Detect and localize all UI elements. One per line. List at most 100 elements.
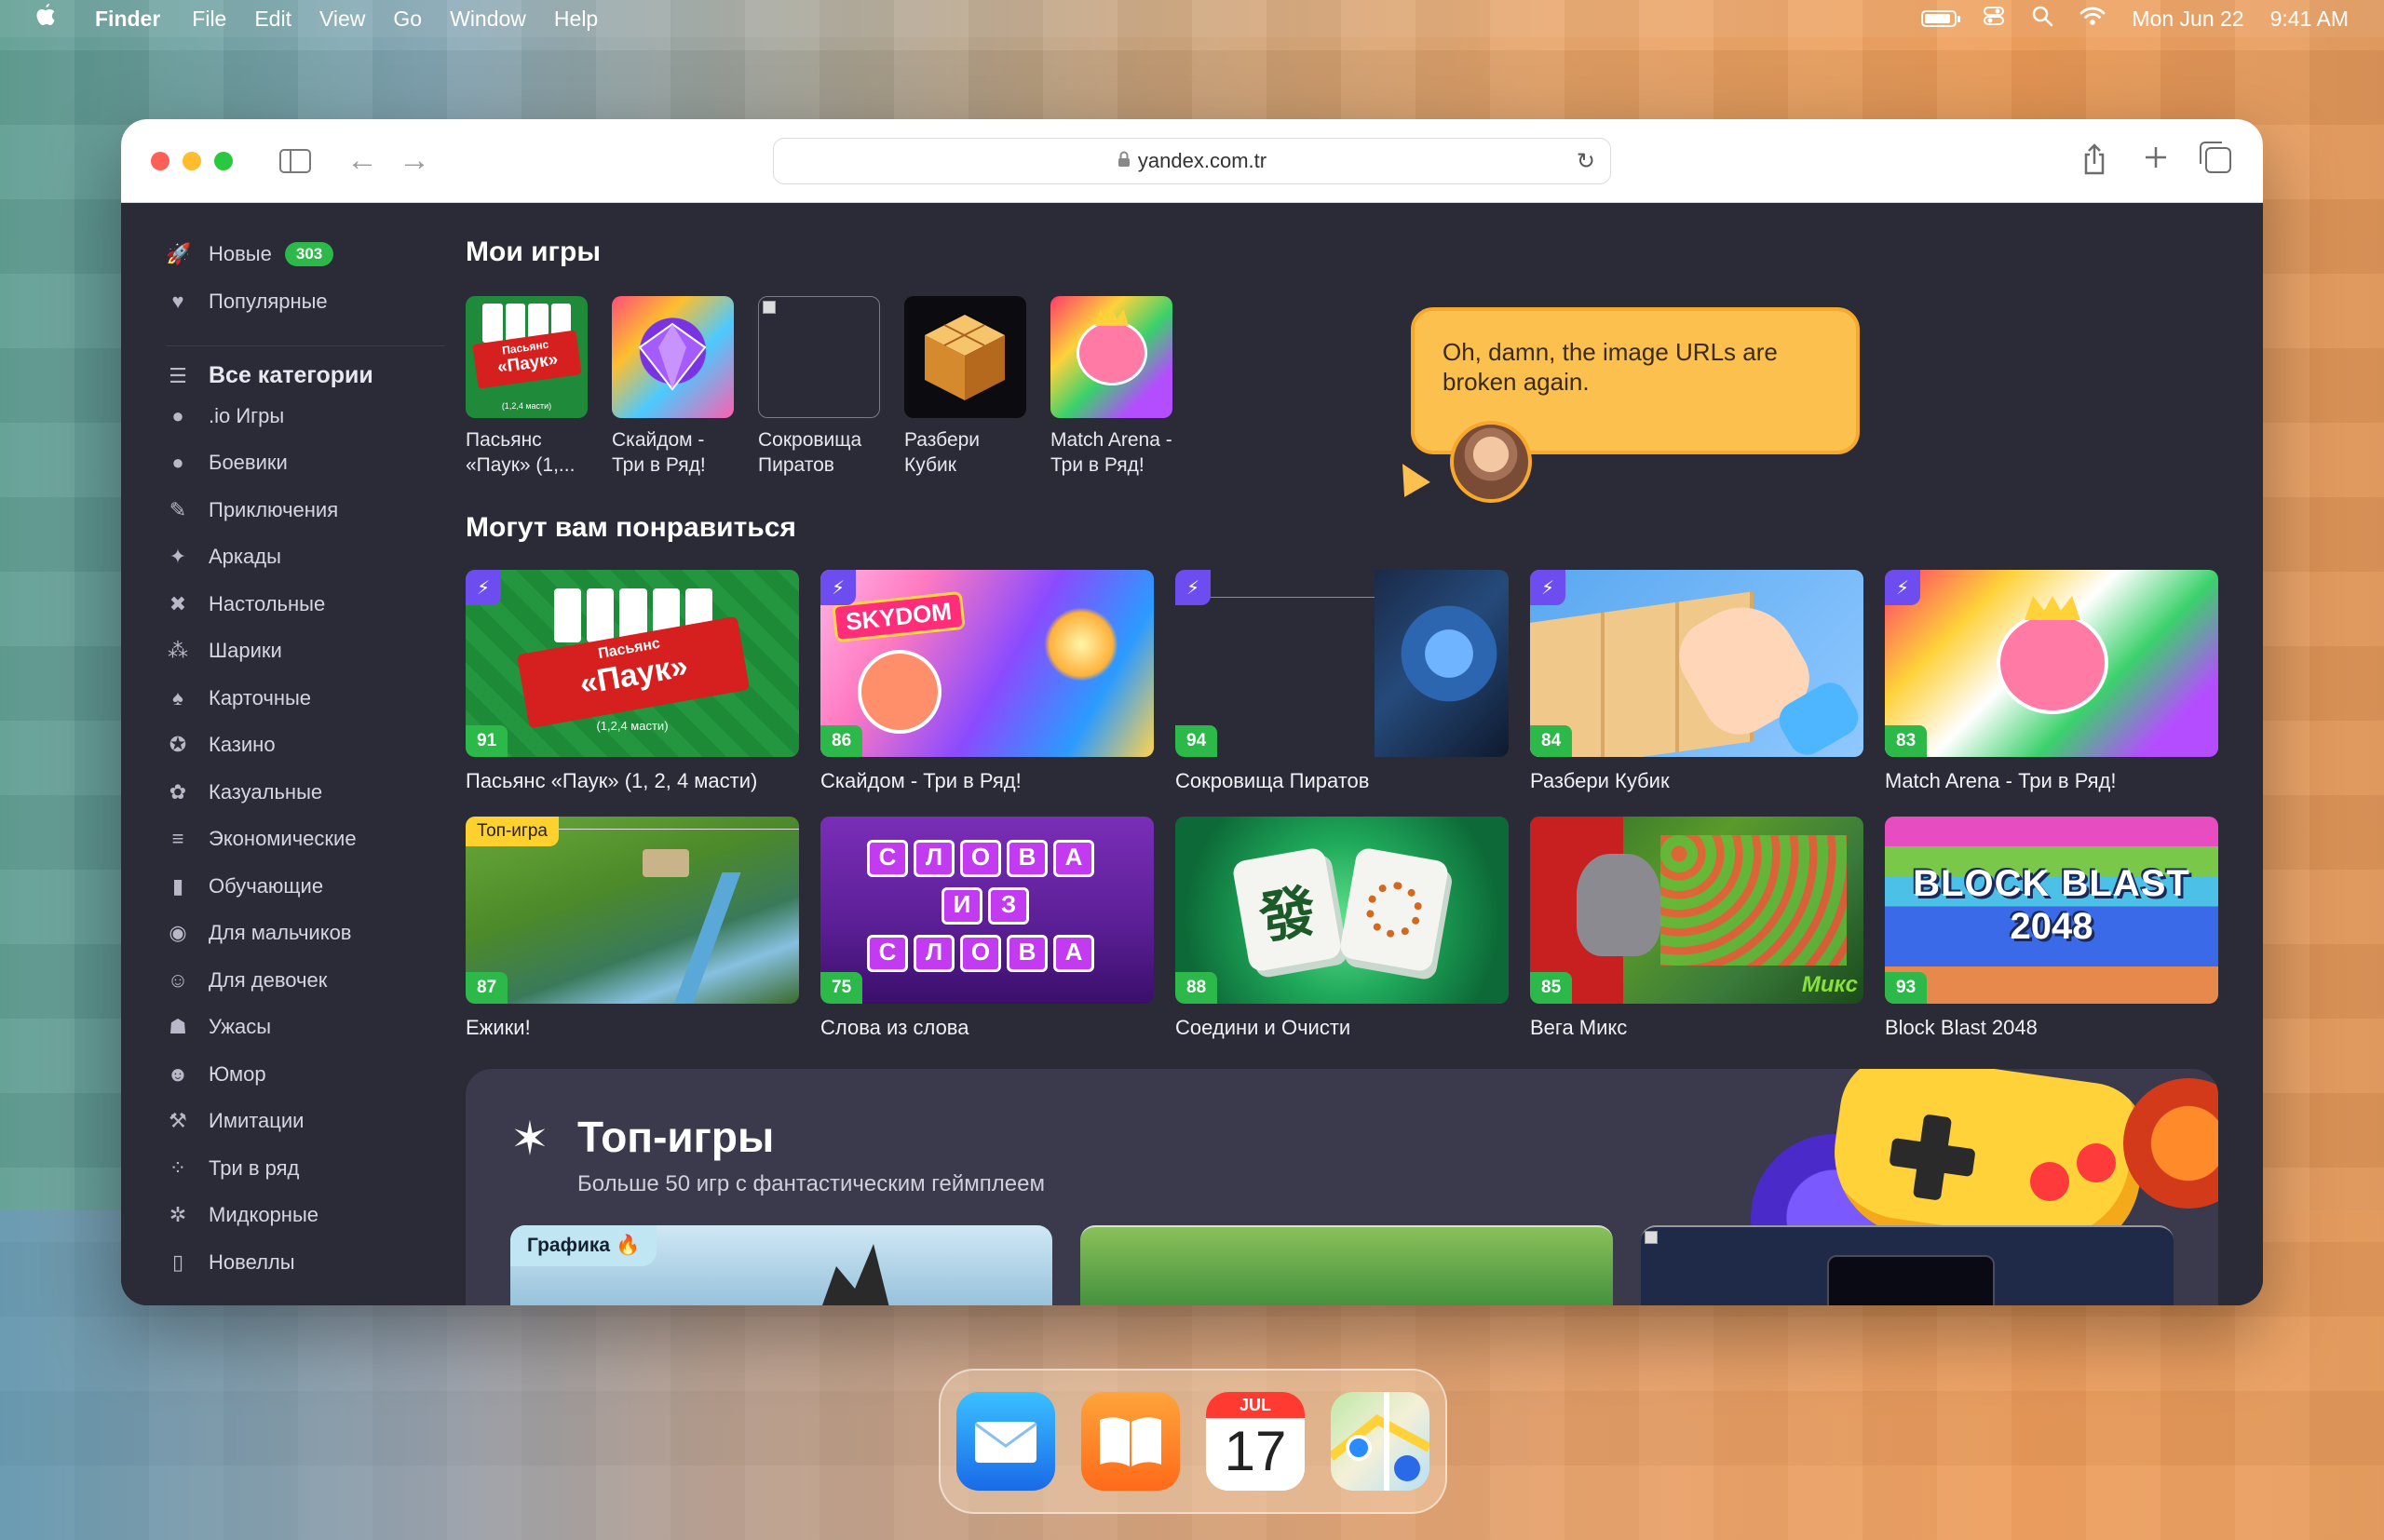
- lightning-icon: ⚡: [466, 570, 501, 605]
- sidebar-item-io[interactable]: ● .io Игры: [166, 393, 445, 440]
- rating-badge: 88: [1175, 972, 1218, 1004]
- game-card[interactable]: Топ-игра 87 Ежики!: [466, 817, 799, 1063]
- top-game-card[interactable]: [1641, 1225, 2174, 1305]
- my-game-pirates[interactable]: Сокровища Пиратов: [758, 296, 880, 478]
- share-icon[interactable]: [2082, 143, 2106, 182]
- sidebar-item-economic[interactable]: ≡ Экономические: [166, 816, 445, 863]
- rating-badge: 75: [820, 972, 863, 1004]
- battery-icon[interactable]: [1921, 10, 1961, 27]
- address-bar[interactable]: yandex.com.tr ↻: [773, 138, 1611, 184]
- sidebar-item-educational[interactable]: ▮ Обучающие: [166, 863, 445, 911]
- sidebar-item-label: Боевики: [209, 451, 288, 475]
- mail-icon[interactable]: [956, 1392, 1055, 1491]
- sidebar-item-cards[interactable]: ♠ Карточные: [166, 675, 445, 723]
- sidebar-item-humor[interactable]: ☻ Юмор: [166, 1051, 445, 1099]
- sidebar-toggle-icon[interactable]: [279, 148, 311, 173]
- my-game-spider[interactable]: Пасьянс «Паук» (1,2,4 масти) Пасьянс «Па…: [466, 296, 588, 478]
- apple-icon[interactable]: [35, 3, 56, 34]
- pig-character: [1077, 320, 1147, 385]
- menu-app-name[interactable]: Finder: [95, 7, 160, 32]
- game-name: Match Arena - Три в Ряд!: [1885, 769, 2117, 792]
- my-game-skydom[interactable]: Скайдом - Три в Ряд!: [612, 296, 734, 478]
- sidebar-item-boys[interactable]: ◉ Для мальчиков: [166, 910, 445, 957]
- sidebar-item-balls[interactable]: ⁂ Шарики: [166, 628, 445, 675]
- ghost-icon: ☗: [169, 1015, 187, 1039]
- game-name: Скайдом - Три в Ряд!: [820, 769, 1022, 792]
- game-card[interactable]: Пасьянс «Паук» (1,2,4 масти) ⚡ 91 Пасьян…: [466, 570, 799, 817]
- sidebar-item-adventure[interactable]: ✎ Приключения: [166, 487, 445, 534]
- menu-edit[interactable]: Edit: [254, 7, 291, 32]
- game-name: Пасьянс «Паук» (1, 2, 4 масти): [466, 769, 758, 792]
- orb-graphic: [1393, 598, 1505, 709]
- menu-window[interactable]: Window: [450, 7, 526, 32]
- sidebar-item-label: Казуальные: [209, 779, 323, 804]
- top-game-card[interactable]: [1080, 1225, 1613, 1305]
- sidebar-item-girls[interactable]: ☺ Для девочек: [166, 957, 445, 1005]
- game-thumbnail: Микс 85: [1530, 817, 1863, 1004]
- reload-icon[interactable]: ↻: [1577, 148, 1595, 175]
- letter-tile: И: [941, 887, 982, 925]
- menu-help[interactable]: Help: [554, 7, 598, 32]
- menu-time[interactable]: 9:41 AM: [2270, 7, 2349, 32]
- sidebar-item-arcade[interactable]: ✦ Аркады: [166, 534, 445, 581]
- sidebar-item-label: Экономические: [209, 827, 357, 851]
- close-button[interactable]: [151, 151, 169, 170]
- girl-icon: ☺: [167, 967, 189, 992]
- rating-badge: 93: [1885, 972, 1928, 1004]
- category-sidebar: 🚀 Новые 303 ♥ Популярные ☰ Все категории…: [166, 231, 445, 1286]
- sidebar-item-novels[interactable]: ▯ Новеллы: [166, 1239, 445, 1287]
- sidebar-item-label: Для девочек: [209, 967, 328, 992]
- sidebar-item-all-categories[interactable]: ☰ Все категории: [166, 345, 445, 393]
- sidebar-item-casino[interactable]: ✪ Казино: [166, 722, 445, 769]
- game-card[interactable]: BLOCK BLAST 2048 93 Block Blast 2048: [1885, 817, 2218, 1063]
- game-thumbnail: Пасьянс «Паук» (1,2,4 масти): [466, 296, 588, 418]
- new-tab-icon[interactable]: [2144, 143, 2168, 182]
- sidebar-item-popular[interactable]: ♥ Популярные: [166, 278, 445, 326]
- game-card[interactable]: 發 88 Соедини и Очисти: [1175, 817, 1509, 1063]
- game-card[interactable]: С Л О В А И З С Л О В А 75 Слова из слов…: [820, 817, 1154, 1063]
- back-arrow-icon[interactable]: ←: [346, 142, 378, 179]
- sidebar-item-new[interactable]: 🚀 Новые 303: [166, 231, 445, 278]
- game-thumbnail: 發 88: [1175, 817, 1509, 1004]
- graphics-label-text: Графика: [527, 1235, 611, 1256]
- words-row-2: И З: [941, 887, 1029, 925]
- top-game-card[interactable]: Графика 🔥: [510, 1225, 1052, 1305]
- spotlight-search-icon[interactable]: [2031, 5, 2053, 33]
- maps-icon[interactable]: [1331, 1392, 1429, 1491]
- my-game-name: Пасьянс «Паук» (1,...: [466, 429, 576, 476]
- letter-tile: З: [988, 887, 1029, 925]
- game-card[interactable]: Микс 85 Вега Микс: [1530, 817, 1863, 1063]
- game-card[interactable]: ⚡ 83 Match Arena - Три в Ряд!: [1885, 570, 2218, 817]
- game-card[interactable]: ⚡ 84 Разбери Кубик: [1530, 570, 1863, 817]
- forward-arrow-icon[interactable]: →: [399, 142, 430, 179]
- tab-overview-icon[interactable]: [2200, 142, 2231, 173]
- game-name: Ежики!: [466, 1016, 531, 1039]
- sidebar-item-action[interactable]: ● Боевики: [166, 439, 445, 487]
- minimize-button[interactable]: [183, 151, 201, 170]
- lock-icon: [1118, 151, 1131, 172]
- menu-go[interactable]: Go: [393, 7, 422, 32]
- sidebar-item-match3[interactable]: ⁘ Три в ряд: [166, 1145, 445, 1193]
- menu-view[interactable]: View: [319, 7, 365, 32]
- game-card[interactable]: ⚡ 94 Сокровища Пиратов: [1175, 570, 1509, 817]
- my-game-cube[interactable]: Разбери Кубик: [904, 296, 1026, 478]
- device-graphic: [1827, 1255, 1995, 1305]
- letter-tile: Л: [914, 935, 955, 972]
- sidebar-item-label: Ужасы: [209, 1015, 272, 1039]
- books-icon[interactable]: [1081, 1392, 1180, 1491]
- game-card[interactable]: SKYDOM ⚡ 86 Скайдом - Три в Ряд!: [820, 570, 1154, 817]
- control-center-icon[interactable]: [1983, 5, 2005, 33]
- calendar-icon[interactable]: JUL 17: [1206, 1392, 1305, 1491]
- menu-date[interactable]: Mon Jun 22: [2132, 7, 2243, 32]
- sidebar-item-board[interactable]: ✖ Настольные: [166, 581, 445, 628]
- menu-file[interactable]: File: [192, 7, 226, 32]
- sidebar-item-horror[interactable]: ☗ Ужасы: [166, 1004, 445, 1051]
- my-game-match-arena[interactable]: Match Arena - Три в Ряд!: [1050, 296, 1172, 478]
- sidebar-item-casual[interactable]: ✿ Казуальные: [166, 769, 445, 817]
- sidebar-item-simulation[interactable]: ⚒ Имитации: [166, 1098, 445, 1145]
- zoom-button[interactable]: [214, 151, 233, 170]
- wifi-icon[interactable]: [2079, 6, 2106, 32]
- sidebar-item-midcore[interactable]: ✲ Мидкорные: [166, 1192, 445, 1239]
- avatar[interactable]: [1450, 421, 1532, 503]
- letter-tile: О: [960, 935, 1001, 972]
